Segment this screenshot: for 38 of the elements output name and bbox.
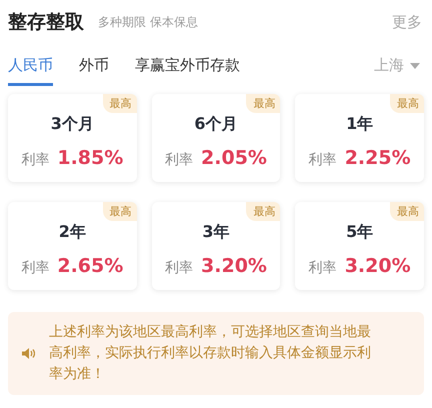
- rate-card[interactable]: 最高 5年 利率 3.20%: [295, 202, 424, 290]
- section-title: 整存整取: [8, 10, 84, 35]
- rate-card[interactable]: 最高 1年 利率 2.25%: [295, 94, 424, 182]
- rate-label: 利率: [308, 258, 337, 276]
- rate-value: 3.20%: [344, 254, 411, 276]
- rate-card[interactable]: 最高 6个月 利率 2.05%: [152, 94, 280, 182]
- term-label: 3个月: [50, 114, 94, 134]
- rate-card[interactable]: 最高 3年 利率 3.20%: [152, 202, 280, 290]
- currency-tab[interactable]: 享赢宝外币存款: [135, 56, 240, 86]
- rate-card[interactable]: 最高 3个月 利率 1.85%: [8, 94, 137, 182]
- rate-card[interactable]: 最高 2年 利率 2.65%: [8, 202, 137, 290]
- rate-label: 利率: [21, 150, 50, 168]
- currency-tab[interactable]: 人民币: [8, 56, 53, 86]
- rate-value: 2.25%: [344, 146, 411, 168]
- highest-badge: 最高: [102, 202, 137, 221]
- rate-value: 2.05%: [201, 146, 267, 168]
- rate-value: 3.20%: [201, 254, 267, 276]
- notice-text: 上述利率为该地区最高利率，可选择地区查询当地最高利率，实际执行利率以存款时输入具体金额显示利率为准！: [49, 323, 372, 384]
- rate-value: 2.65%: [57, 254, 124, 276]
- term-label: 5年: [346, 222, 374, 242]
- term-label: 3年: [202, 222, 230, 242]
- currency-tab[interactable]: 外币: [79, 56, 109, 86]
- section-subtitle: 多种期限 保本保息: [98, 14, 198, 30]
- term-label: 1年: [346, 114, 374, 134]
- highest-badge: 最高: [390, 94, 424, 113]
- highest-badge: 最高: [246, 94, 280, 113]
- rate-label: 利率: [21, 258, 50, 276]
- term-label: 6个月: [194, 114, 238, 134]
- highest-badge: 最高: [102, 94, 137, 113]
- highest-badge: 最高: [246, 202, 280, 221]
- speaker-icon: [22, 348, 35, 359]
- rate-label: 利率: [165, 150, 194, 168]
- highest-badge: 最高: [390, 202, 424, 221]
- caret-icon: [410, 62, 420, 68]
- term-label: 2年: [58, 222, 86, 242]
- rate-label: 利率: [165, 258, 194, 276]
- rate-value: 1.85%: [57, 146, 124, 168]
- rate-label: 利率: [308, 150, 337, 168]
